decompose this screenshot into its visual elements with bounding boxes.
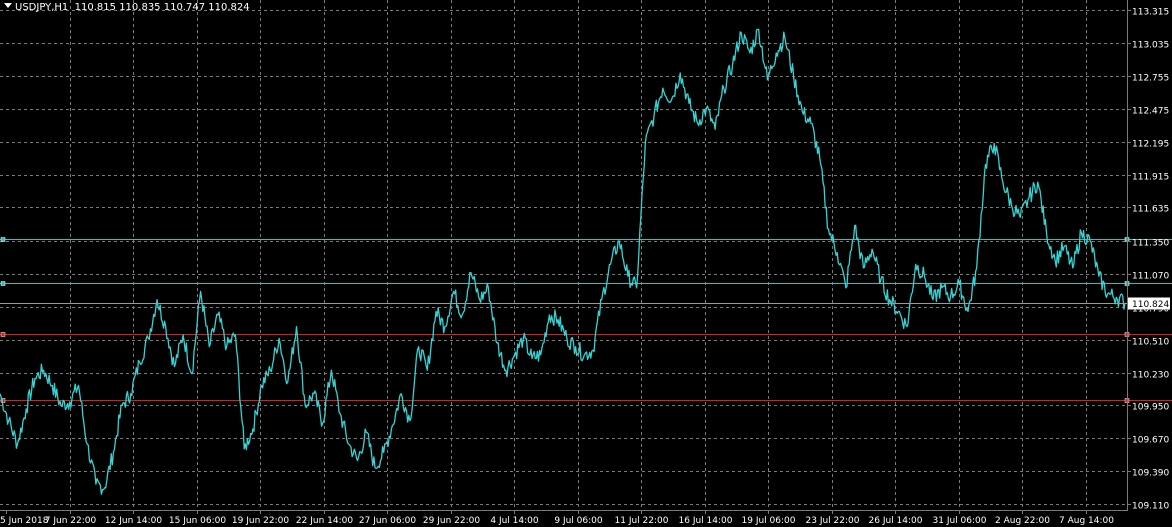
current-price-marker: 110.824 xyxy=(0,297,1170,310)
price-label: 111.915 xyxy=(1132,173,1169,183)
price-label: 113.035 xyxy=(1132,41,1169,51)
chart-header: USDJPY,H1 110.815 110.835 110.747 110.82… xyxy=(4,2,250,14)
level-handle-left[interactable] xyxy=(0,237,6,242)
price-label: 110.230 xyxy=(1132,371,1169,381)
time-label: 16 Jul 14:00 xyxy=(679,516,733,526)
grid xyxy=(0,0,1127,510)
time-label: 11 Jul 22:00 xyxy=(615,516,669,526)
time-label: 4 Jul 14:00 xyxy=(490,516,539,526)
price-label: 112.755 xyxy=(1132,74,1169,84)
horizontal-levels[interactable] xyxy=(0,237,1172,403)
price-series xyxy=(0,28,1126,495)
time-label: 22 Jun 14:00 xyxy=(296,516,353,526)
time-label: 9 Jul 06:00 xyxy=(554,516,603,526)
time-label: 29 Jun 22:00 xyxy=(423,516,480,526)
price-label: 112.195 xyxy=(1132,140,1169,150)
level-handle-left[interactable] xyxy=(0,281,6,286)
price-label: 109.390 xyxy=(1132,469,1169,479)
chevron-down-icon[interactable] xyxy=(4,3,12,8)
price-label: 111.350 xyxy=(1132,239,1169,249)
price-label: 110.510 xyxy=(1132,338,1169,348)
time-label: 7 Aug 14:00 xyxy=(1059,516,1114,526)
time-axis[interactable]: 5 Jun 20187 Jun 22:00 12 Jun 14:00 15 Jun … xyxy=(0,510,1114,526)
time-label: 31 Jul 06:00 xyxy=(933,516,987,526)
price-label: 113.315 xyxy=(1132,8,1169,18)
level-handle-left[interactable] xyxy=(0,332,6,337)
price-axis[interactable]: 113.315 113.035 112.755 112.475 112.195 111.9… xyxy=(1127,8,1169,512)
time-label: 27 Jun 06:00 xyxy=(359,516,416,526)
price-label: 109.670 xyxy=(1132,436,1169,446)
time-label: 19 Jul 06:00 xyxy=(742,516,796,526)
time-label: 7 Jun 22:00 xyxy=(45,516,97,526)
chart-window[interactable]: 113.315 113.035 112.755 112.475 112.195 111.9… xyxy=(0,0,1172,527)
price-line xyxy=(0,28,1126,495)
price-label: 109.950 xyxy=(1132,403,1169,413)
ohlc-readout: 110.815 110.835 110.747 110.824 xyxy=(74,2,250,13)
time-label: 12 Jun 14:00 xyxy=(105,516,162,526)
symbol-timeframe: USDJPY,H1 xyxy=(15,2,69,13)
price-label: 109.110 xyxy=(1132,502,1169,512)
price-chart[interactable]: 113.315 113.035 112.755 112.475 112.195 111.9… xyxy=(0,0,1172,527)
price-label: 111.635 xyxy=(1132,205,1169,215)
time-label: 15 Jun 06:00 xyxy=(169,516,226,526)
time-label: 23 Jul 22:00 xyxy=(806,516,860,526)
time-label: 26 Jul 14:00 xyxy=(869,516,923,526)
time-label: 5 Jun 2018 xyxy=(0,516,49,526)
time-label: 2 Aug 22:00 xyxy=(995,516,1050,526)
price-label: 112.475 xyxy=(1132,107,1169,117)
time-label: 19 Jun 22:00 xyxy=(232,516,289,526)
current-price-label: 110.824 xyxy=(1132,300,1169,310)
price-label: 111.070 xyxy=(1132,272,1169,282)
